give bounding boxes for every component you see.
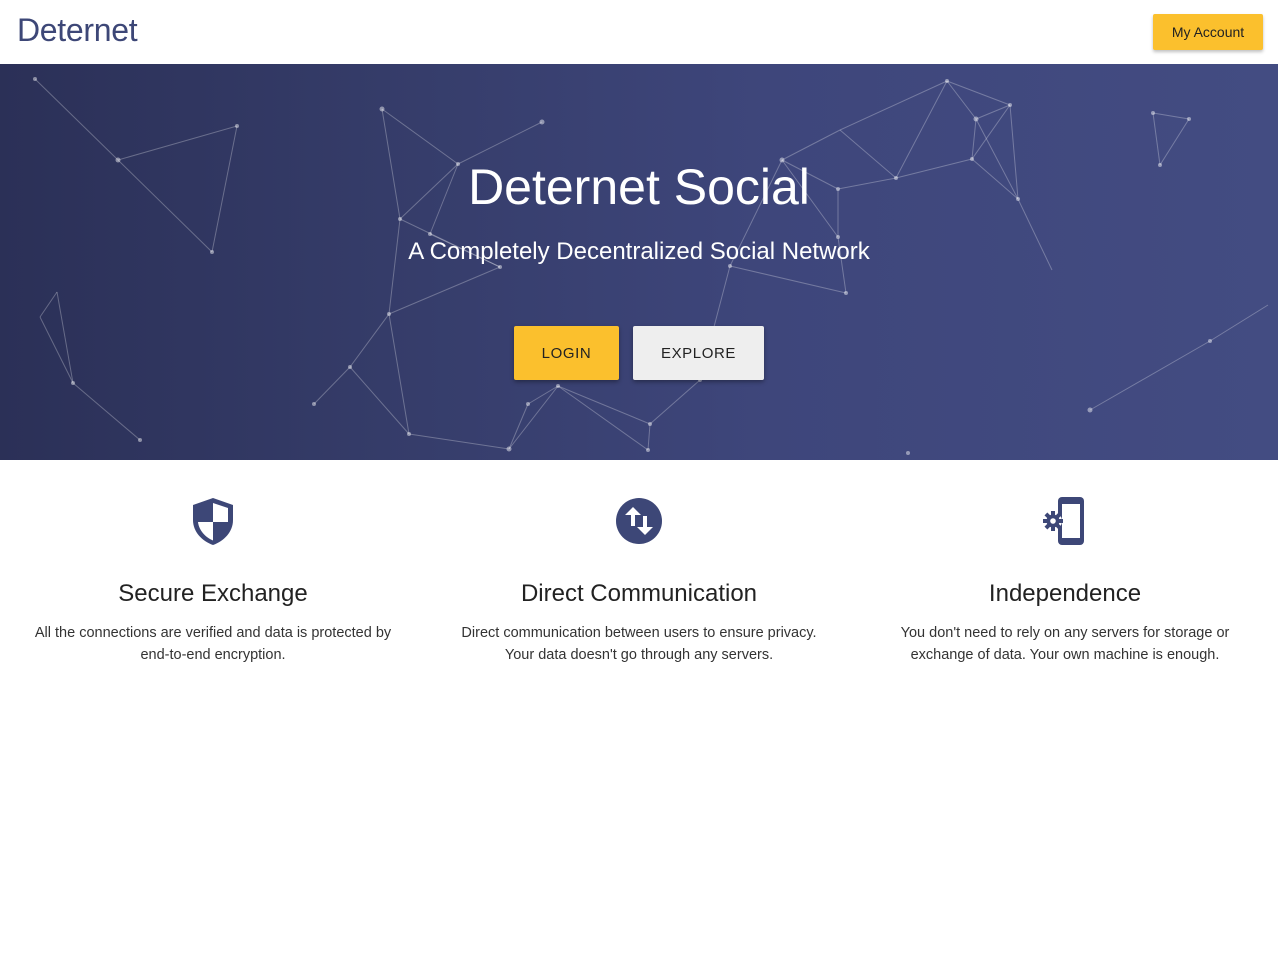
feature-title: Secure Exchange <box>118 580 308 607</box>
feature-title: Direct Communication <box>520 580 758 607</box>
hero-title: Deternet Social <box>468 159 810 215</box>
explore-button[interactable]: EXPLORE <box>633 326 764 380</box>
top-bar: Deternet My Account <box>0 0 1278 64</box>
feature-description: All the connections are verified and dat… <box>34 625 392 663</box>
feature-description: You don't need to rely on any servers fo… <box>900 625 1230 663</box>
hero-subtitle: A Completely Decentralized Social Networ… <box>408 238 870 265</box>
feature-secure-exchange: Secure Exchange All the connections are … <box>0 494 426 666</box>
shield-icon <box>193 498 233 545</box>
feature-title: Independence <box>988 580 1142 607</box>
swap-vertical-icon <box>616 498 662 544</box>
phone-settings-icon <box>1043 497 1084 545</box>
hero-banner: Deternet Social A Completely Decentraliz… <box>0 64 1278 460</box>
my-account-button[interactable]: My Account <box>1153 14 1263 50</box>
feature-description: Direct communication between users to en… <box>461 625 817 663</box>
feature-independence: Independence You don't need to rely on a… <box>852 494 1278 666</box>
brand-logo[interactable]: Deternet <box>17 12 138 49</box>
login-button[interactable]: LOGIN <box>514 326 619 380</box>
feature-direct-communication: Direct Communication Direct communicatio… <box>426 494 852 666</box>
